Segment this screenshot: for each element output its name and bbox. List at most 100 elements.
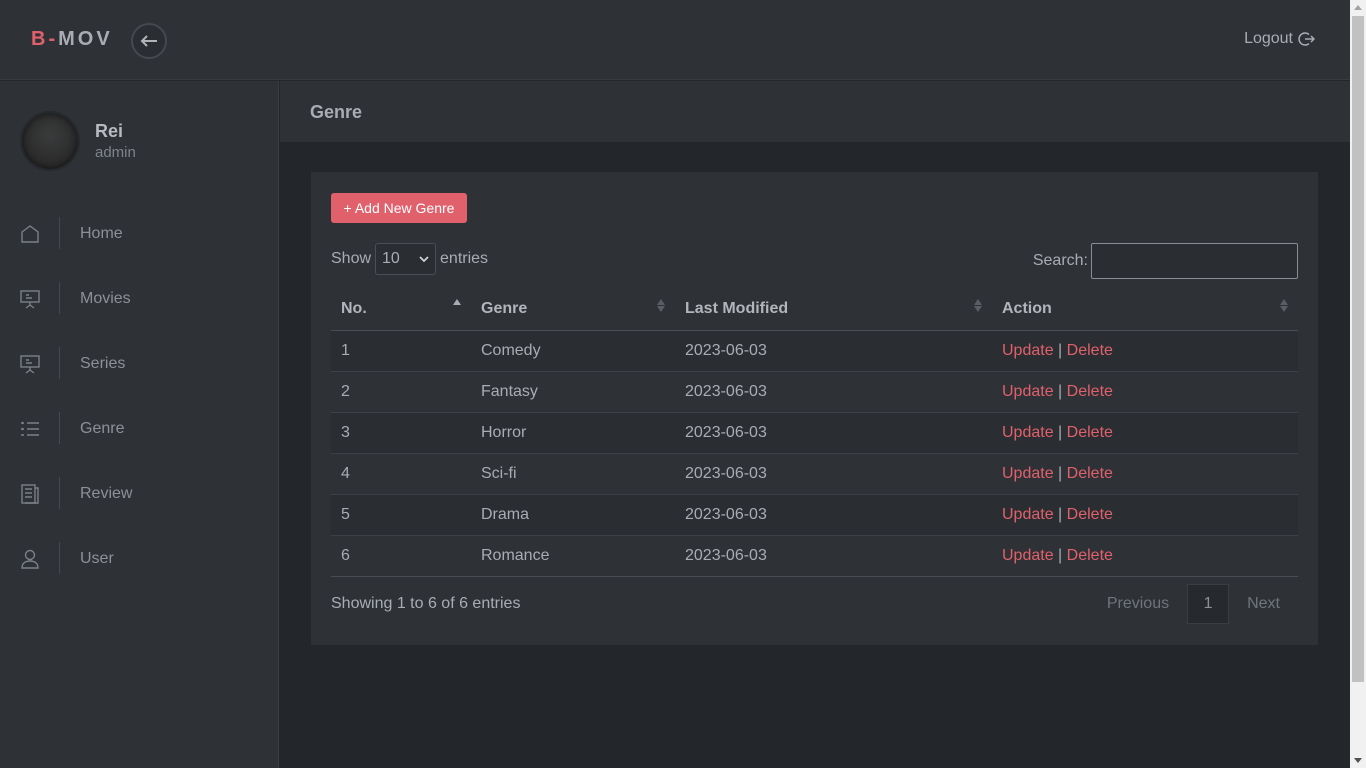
sidebar-item-label: User [80, 549, 114, 567]
page-length-select[interactable]: 10 [375, 243, 437, 275]
sidebar: Rei admin Home Movies Series Genre Revie… [0, 81, 279, 768]
cell-genre: Romance [471, 534, 675, 577]
delete-link[interactable]: Delete [1067, 506, 1113, 523]
scroll-down-icon[interactable] [1354, 758, 1362, 763]
user-icon [20, 549, 40, 569]
sidebar-item-label: Review [80, 484, 133, 502]
cell-no: 6 [331, 534, 471, 577]
cell-action: Update | Delete [992, 534, 1298, 577]
page-length-control: Show 10 entries [331, 243, 488, 275]
cell-no: 3 [331, 411, 471, 453]
table-row: 6 Romance 2023-06-03 Update | Delete [331, 534, 1298, 577]
sidebar-item-movies[interactable]: Movies [0, 266, 279, 331]
sidebar-nav: Home Movies Series Genre Review User [0, 201, 279, 591]
sidebar-toggle-button[interactable] [131, 23, 167, 59]
presentation-icon [20, 289, 40, 309]
table-row: 3 Horror 2023-06-03 Update | Delete [331, 411, 1298, 453]
cell-modified: 2023-06-03 [675, 534, 992, 577]
sidebar-item-series[interactable]: Series [0, 331, 279, 396]
cell-action: Update | Delete [992, 329, 1298, 371]
pagination: Previous 1 Next [1089, 584, 1298, 624]
table-row: 1 Comedy 2023-06-03 Update | Delete [331, 329, 1298, 371]
chevron-down-icon [419, 255, 429, 262]
update-link[interactable]: Update [1002, 424, 1054, 441]
previous-page-button[interactable]: Previous [1089, 595, 1187, 613]
delete-link[interactable]: Delete [1067, 383, 1113, 400]
cell-no: 4 [331, 452, 471, 494]
page-scrollbar[interactable] [1350, 0, 1366, 768]
sidebar-item-user[interactable]: User [0, 526, 279, 591]
delete-link[interactable]: Delete [1067, 424, 1113, 441]
page-length-value: 10 [382, 250, 400, 267]
cell-modified: 2023-06-03 [675, 329, 992, 371]
update-link[interactable]: Update [1002, 506, 1054, 523]
table-header-row: No. Genre Last Modified Action [331, 289, 1298, 331]
update-link[interactable]: Update [1002, 342, 1054, 359]
column-header-genre[interactable]: Genre [471, 289, 675, 331]
search-control: Search: [1033, 243, 1298, 279]
action-separator: | [1058, 505, 1063, 523]
cell-action: Update | Delete [992, 452, 1298, 494]
sidebar-item-home[interactable]: Home [0, 201, 279, 266]
sidebar-item-label: Home [80, 224, 123, 242]
brand-prefix: B- [31, 28, 59, 50]
cell-no: 2 [331, 370, 471, 412]
profile-name: Rei [95, 121, 124, 141]
scroll-up-icon[interactable] [1354, 5, 1362, 10]
header-label: Action [1002, 300, 1052, 318]
sort-icon [657, 299, 665, 312]
sidebar-item-genre[interactable]: Genre [0, 396, 279, 461]
entries-label: entries [440, 250, 489, 267]
action-separator: | [1058, 423, 1063, 441]
user-profile: Rei admin [20, 111, 136, 171]
update-link[interactable]: Update [1002, 547, 1054, 564]
update-link[interactable]: Update [1002, 383, 1054, 400]
header-label: Genre [481, 300, 528, 318]
genre-table: No. Genre Last Modified Action 1 Comedy … [331, 289, 1298, 577]
topbar: B-MOV Logout [0, 0, 1350, 80]
content-header: Genre [280, 81, 1350, 142]
document-icon [20, 483, 40, 504]
sort-icon [974, 299, 982, 312]
search-input[interactable] [1091, 243, 1298, 279]
cell-genre: Horror [471, 411, 675, 453]
sidebar-item-label: Genre [80, 419, 125, 437]
table-info: Showing 1 to 6 of 6 entries [331, 595, 521, 612]
action-separator: | [1058, 341, 1063, 359]
presentation-icon [20, 354, 40, 374]
action-separator: | [1058, 382, 1063, 400]
logout-button[interactable]: Logout [1244, 30, 1315, 48]
search-label: Search: [1032, 252, 1088, 269]
table-row: 2 Fantasy 2023-06-03 Update | Delete [331, 370, 1298, 412]
brand-logo[interactable]: B-MOV [31, 28, 113, 51]
update-link[interactable]: Update [1002, 465, 1054, 482]
header-label: No. [341, 300, 367, 318]
brand-name: MOV [58, 28, 113, 50]
home-icon [20, 224, 40, 244]
column-header-action[interactable]: Action [992, 289, 1298, 331]
cell-modified: 2023-06-03 [675, 370, 992, 412]
page-title: Genre [310, 102, 363, 122]
column-header-last-modified[interactable]: Last Modified [675, 289, 992, 331]
column-header-no[interactable]: No. [331, 289, 471, 331]
table-row: 4 Sci-fi 2023-06-03 Update | Delete [331, 452, 1298, 494]
delete-link[interactable]: Delete [1067, 342, 1113, 359]
cell-genre: Comedy [471, 329, 675, 371]
action-separator: | [1058, 546, 1063, 564]
cell-genre: Fantasy [471, 370, 675, 412]
page-button-current[interactable]: 1 [1187, 584, 1230, 624]
cell-action: Update | Delete [992, 411, 1298, 453]
scrollbar-thumb[interactable] [1352, 16, 1364, 682]
sort-icon [453, 299, 461, 305]
list-icon [20, 419, 40, 439]
cell-no: 5 [331, 493, 471, 535]
sidebar-item-label: Movies [80, 289, 131, 307]
next-page-button[interactable]: Next [1229, 595, 1298, 613]
cell-genre: Sci-fi [471, 452, 675, 494]
add-new-genre-button[interactable]: + Add New Genre [331, 193, 467, 223]
delete-link[interactable]: Delete [1067, 547, 1113, 564]
delete-link[interactable]: Delete [1067, 465, 1113, 482]
cell-action: Update | Delete [992, 493, 1298, 535]
sidebar-item-review[interactable]: Review [0, 461, 279, 526]
avatar [20, 111, 80, 171]
